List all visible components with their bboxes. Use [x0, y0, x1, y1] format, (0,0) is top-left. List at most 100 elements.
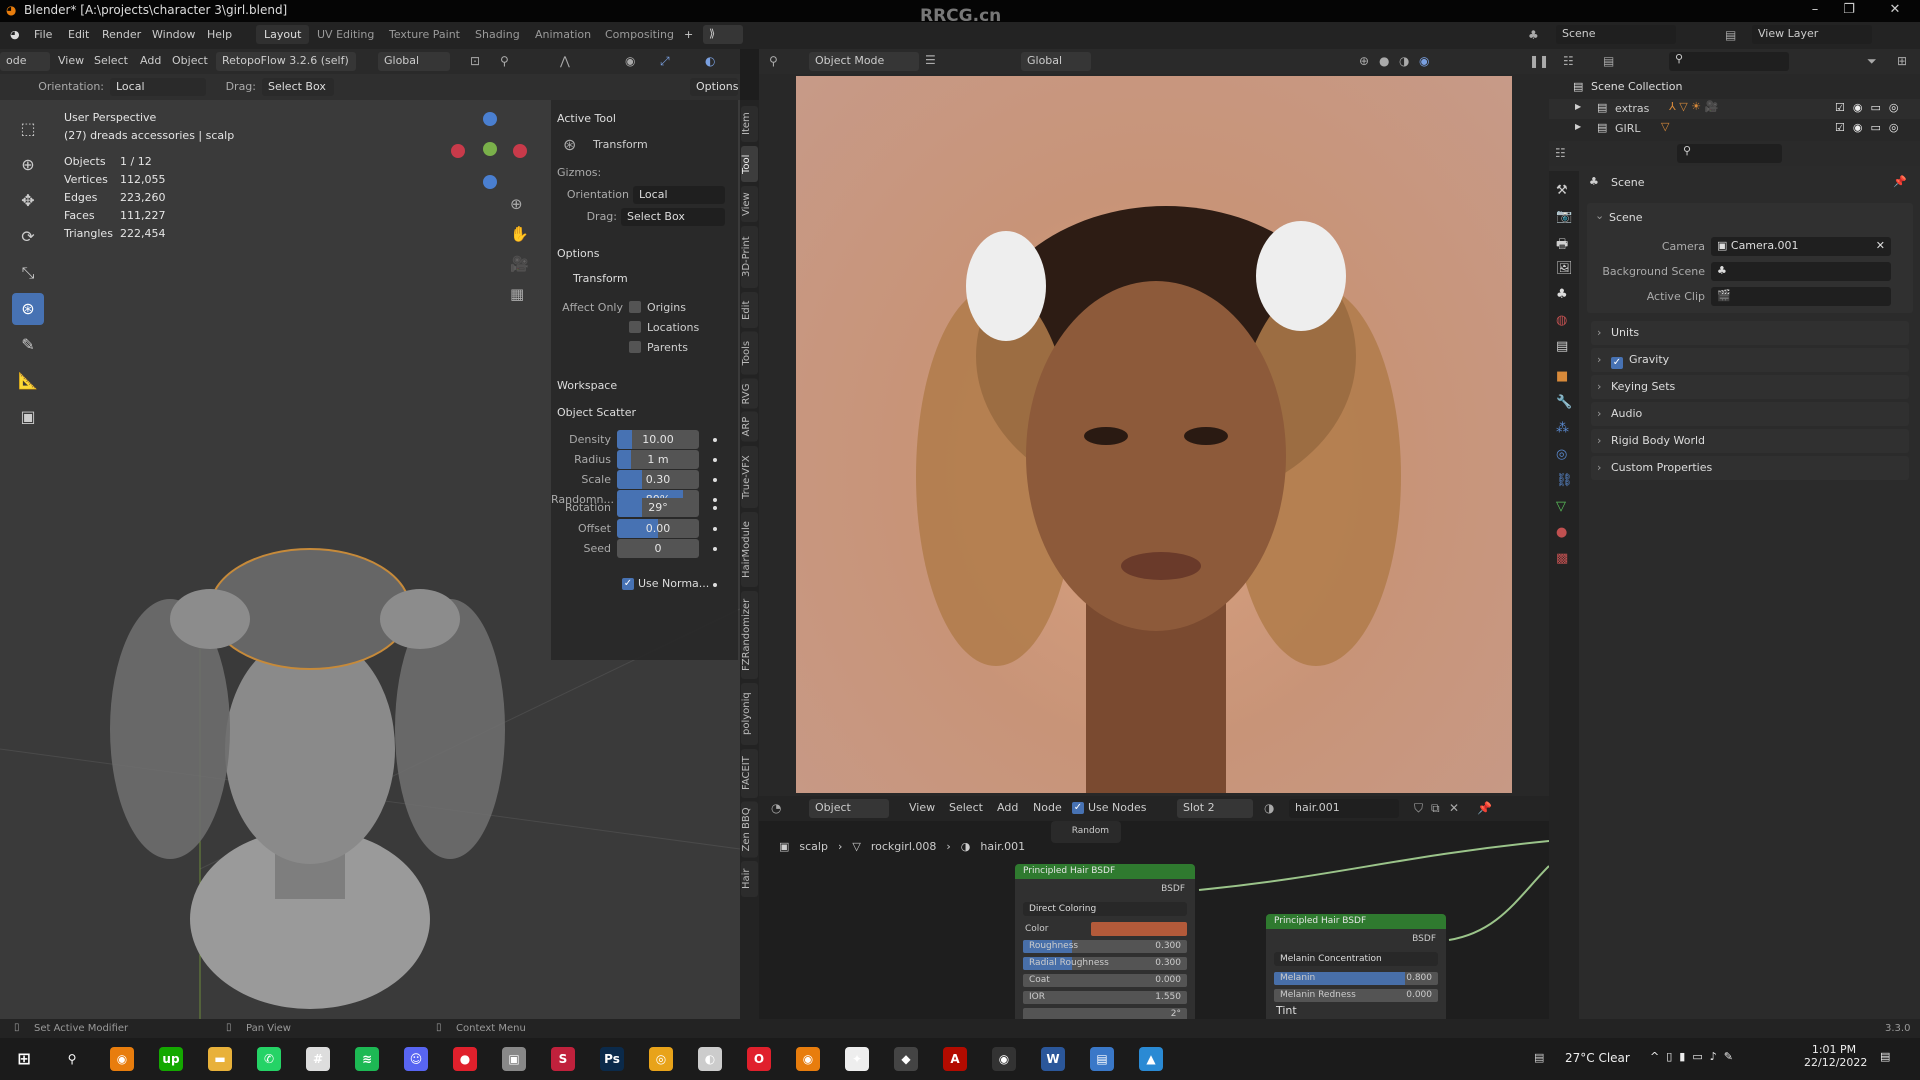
sidebar-tab-faceit[interactable]: FACEIT [741, 748, 758, 798]
principled-hair-node-1[interactable]: Principled Hair BSDF BSDF Direct Colorin… [1015, 864, 1195, 1019]
rotate-icon[interactable]: ⟳ [12, 221, 44, 253]
grid-perspective-icon[interactable]: ▦ [510, 285, 524, 303]
keyframe-dot[interactable] [713, 506, 717, 510]
orientation-dropdown[interactable]: Global [1021, 52, 1091, 71]
locations-checkbox[interactable] [629, 321, 641, 333]
origins-checkbox[interactable] [629, 301, 641, 313]
coloring-mode-dropdown[interactable]: Direct Coloring [1023, 902, 1187, 916]
tab-texture-paint[interactable]: Texture Paint [381, 25, 468, 44]
parents-checkbox[interactable] [629, 341, 641, 353]
slider-field[interactable]: 0.00 [617, 518, 699, 538]
tab-uv-editing[interactable]: UV Editing [309, 25, 382, 44]
whatsapp-icon[interactable]: ✆ [257, 1047, 281, 1071]
transform-icon[interactable]: ⊛ [12, 293, 44, 325]
section-gravity[interactable]: ✓ Gravity [1591, 348, 1909, 372]
annotate-icon[interactable]: ✎ [12, 329, 44, 361]
pin-icon[interactable]: 📌 [1893, 175, 1907, 188]
app-gray-icon[interactable]: ▣ [502, 1047, 526, 1071]
node-input[interactable]: 2° [1023, 1008, 1187, 1019]
app-s-icon[interactable]: S [551, 1047, 575, 1071]
sidebar-tab-edit[interactable]: Edit [741, 292, 758, 328]
object-mode-dropdown[interactable]: Object Mode [809, 52, 919, 71]
outliner-row-extras[interactable]: ▶ ▤ extras ⅄ ▽ ☀ 🎥 ☑◉▭◎ [1549, 99, 1920, 119]
add-workspace-button[interactable]: + [684, 28, 693, 41]
pivot-icon[interactable]: ⊡ [470, 54, 480, 68]
section-audio[interactable]: Audio [1591, 402, 1909, 426]
background-scene-field[interactable]: ♣ [1711, 262, 1891, 281]
select-box-icon[interactable]: ⬚ [12, 113, 44, 145]
view-layer-icon[interactable]: ▤ [1603, 54, 1614, 68]
visibility-toggles[interactable]: ☑◉▭◎ [1835, 101, 1906, 114]
camera-field[interactable]: ▣ Camera.001 ✕ [1711, 237, 1891, 256]
slider-field[interactable]: 10.00 [617, 430, 699, 449]
keyframe-dot[interactable] [713, 526, 717, 531]
rendered-shading-icon[interactable]: ◉ [1419, 54, 1429, 68]
data-tab-icon[interactable]: ▽ [1556, 499, 1566, 514]
overlay-toggle-icon[interactable]: ◐ [705, 54, 715, 68]
panel-options[interactable]: Options [557, 247, 599, 260]
slider-field[interactable]: 1 m [617, 450, 699, 469]
sidebar-tab-arp[interactable]: ARP [741, 412, 758, 442]
sidebar-tab-tool[interactable]: Tool [741, 146, 758, 182]
collection-tab-icon[interactable]: ▤ [1556, 339, 1568, 354]
node-input[interactable]: Roughness 0.300 [1023, 940, 1187, 953]
clock[interactable]: 1:01 PM 22/12/2022 [1804, 1043, 1867, 1069]
modifier-tab-icon[interactable]: 🔧 [1556, 395, 1572, 410]
blender-icon[interactable]: ◉ [110, 1047, 134, 1071]
section-custom-properties[interactable]: Custom Properties [1591, 456, 1909, 480]
close-button[interactable]: ✕ [1880, 2, 1910, 17]
search-icon[interactable]: ⚲ [60, 1047, 84, 1071]
sidebar-tab-polyoniq[interactable]: polyoniq [741, 682, 758, 745]
menu-render[interactable]: Render [102, 28, 141, 41]
camera-view-icon[interactable]: 🎥 [510, 255, 529, 273]
slider-field[interactable]: 0 [617, 539, 699, 558]
proportional-edit-icon[interactable]: ⋀ [560, 54, 570, 68]
move-icon[interactable]: ✥ [12, 185, 44, 217]
chrome-icon[interactable]: ◎ [649, 1047, 673, 1071]
tab-layout[interactable]: Layout [256, 25, 310, 44]
options-dropdown[interactable]: Options [690, 78, 738, 96]
section-keying-sets[interactable]: Keying Sets [1591, 375, 1909, 399]
slack-icon[interactable]: # [306, 1047, 330, 1071]
blender-2-icon[interactable]: ◉ [796, 1047, 820, 1071]
file-explorer-icon[interactable]: ▬ [208, 1047, 232, 1071]
keyframe-dot[interactable] [713, 458, 717, 462]
clear-icon[interactable]: ✕ [1876, 237, 1885, 255]
melanin-mode-dropdown[interactable]: Melanin Concentration [1274, 952, 1438, 966]
keyframe-dot[interactable] [713, 547, 717, 551]
scene-collection[interactable]: Scene Collection [1591, 80, 1682, 93]
drag-dropdown[interactable]: Select Box [262, 78, 334, 96]
outliner-search[interactable]: ⚲ [1669, 52, 1789, 71]
transform-orientation-dropdown[interactable]: Global [378, 52, 450, 71]
tab-shading[interactable]: Shading [467, 25, 528, 44]
sidebar-tab-true-vfx[interactable]: True-VFX [741, 445, 758, 508]
principled-hair-node-2[interactable]: Principled Hair BSDF BSDF Melanin Concen… [1266, 914, 1446, 1019]
slider-field[interactable]: 29° [617, 498, 699, 517]
visibility-toggles[interactable]: ☑◉▭◎ [1835, 121, 1906, 134]
scene-panel-title[interactable]: Scene [1609, 211, 1643, 224]
word-icon[interactable]: W [1041, 1047, 1065, 1071]
object-tab-icon[interactable]: ■ [1556, 369, 1568, 384]
sidebar-tab-3d-print[interactable]: 3D-Print [741, 226, 758, 288]
pan-hand-icon[interactable]: ✋ [510, 225, 529, 243]
vp-menu-view[interactable]: View [58, 54, 84, 67]
expand-icon[interactable]: ▶ [1575, 122, 1581, 131]
menu-edit[interactable]: Edit [68, 28, 89, 41]
add-cube-icon[interactable]: ▣ [12, 401, 44, 433]
visibility-icon[interactable]: ◉ [625, 54, 635, 68]
render-tab-icon[interactable]: 📷 [1556, 209, 1572, 224]
collection-name[interactable]: extras [1615, 102, 1649, 115]
zoom-icon[interactable]: ⊕ [510, 195, 523, 213]
3d-viewport[interactable]: ode View Select Add Object RetopoFlow 3.… [0, 49, 740, 1019]
vp-menu-add[interactable]: Add [140, 54, 161, 67]
hamburger-icon[interactable]: ☰ [925, 53, 936, 67]
material-shading-icon[interactable]: ◑ [1399, 54, 1409, 68]
node-input[interactable]: Melanin Redness 0.000 [1274, 989, 1438, 1002]
vp-menu-object[interactable]: Object [172, 54, 208, 67]
view-layer-tab-icon[interactable]: 🖼 [1556, 261, 1573, 276]
upwork-icon[interactable]: up [159, 1047, 183, 1071]
particles-tab-icon[interactable]: ⁂ [1556, 421, 1569, 436]
orientation-dropdown[interactable]: Local [633, 186, 725, 204]
subpanel-transform[interactable]: Transform [573, 272, 628, 285]
sidebar-tab-fzrandomizer[interactable]: FZRandomizer [741, 590, 758, 679]
